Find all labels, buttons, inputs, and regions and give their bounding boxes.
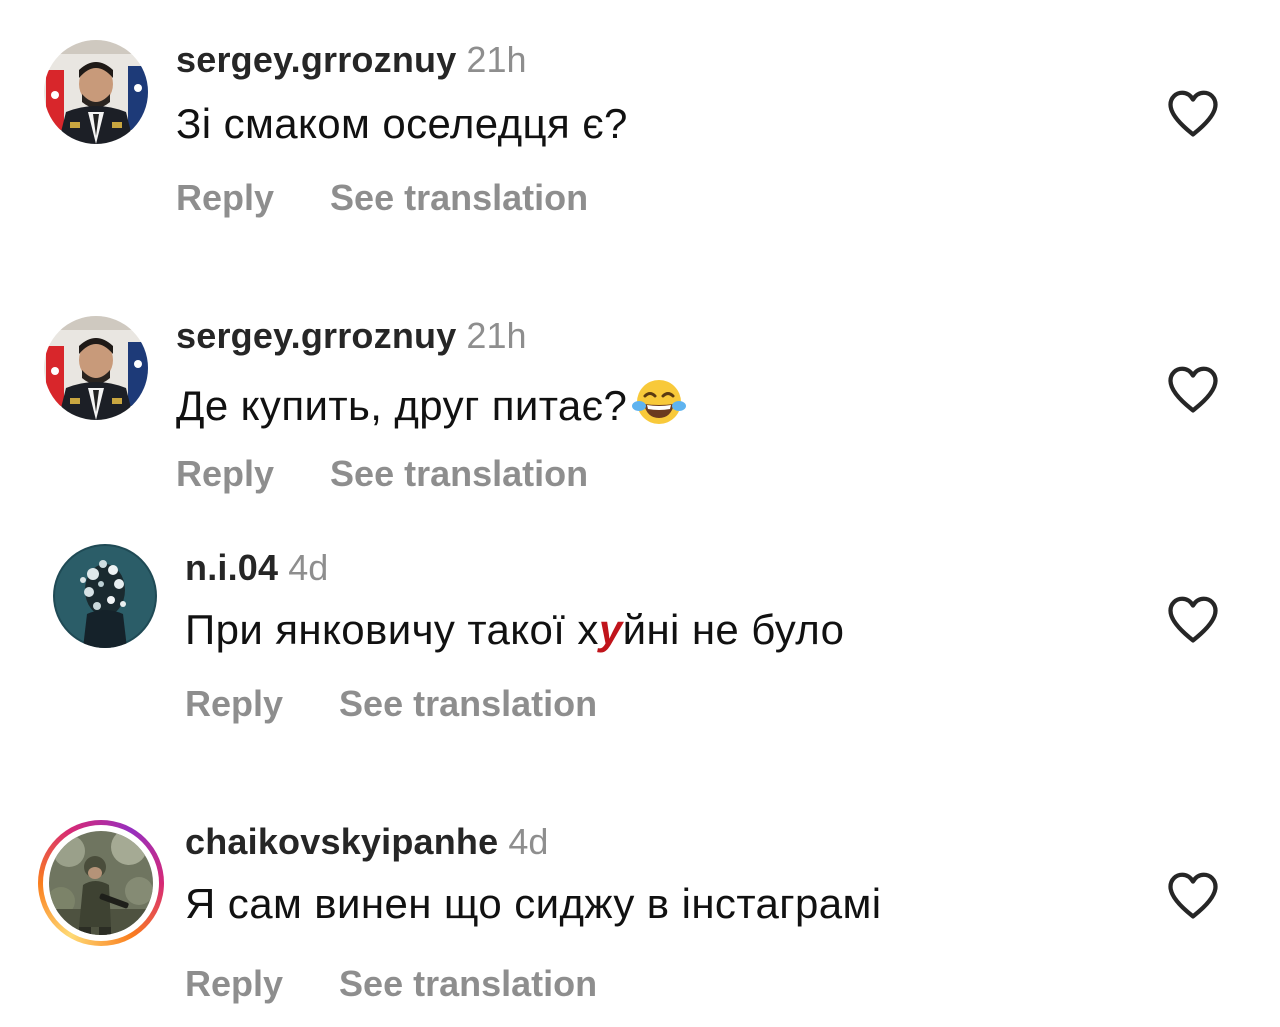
heart-icon — [1168, 872, 1218, 919]
username-link[interactable]: chaikovskyipanhe — [185, 821, 498, 862]
like-button[interactable] — [1166, 594, 1220, 644]
comment-meta: sergey.grroznuy 21h — [176, 40, 527, 80]
see-translation-button[interactable]: See translation — [339, 684, 597, 724]
username-link[interactable]: sergey.grroznuy — [176, 39, 456, 80]
comment-text-body: Де купить, друг питає? — [176, 382, 628, 429]
comment-text: Я сам винен що сиджу в інстаграмі — [185, 880, 882, 927]
comment-item: chaikovskyipanhe 4d Я сам винен що сиджу … — [0, 784, 1280, 1004]
comment-meta: chaikovskyipanhe 4d — [185, 822, 548, 862]
heart-icon — [1168, 366, 1218, 413]
comment-text: Де купить, друг питає? — [176, 376, 687, 438]
avatar[interactable] — [44, 316, 148, 420]
avatar-flower-statue-icon — [53, 544, 157, 648]
reply-button[interactable]: Reply — [185, 964, 283, 1004]
comment-actions: Reply See translation — [176, 178, 588, 218]
username-link[interactable]: n.i.04 — [185, 547, 278, 588]
comment-text-part: При янковичу такої х — [185, 606, 599, 653]
avatar[interactable] — [49, 831, 153, 935]
heart-icon — [1168, 596, 1218, 643]
see-translation-button[interactable]: See translation — [339, 964, 597, 1004]
reply-button[interactable]: Reply — [176, 178, 274, 218]
reply-button[interactable]: Reply — [185, 684, 283, 724]
story-ring[interactable] — [38, 820, 164, 946]
comment-timestamp: 21h — [466, 39, 527, 80]
avatar-soldier-in-forest-icon — [49, 831, 153, 935]
like-button[interactable] — [1166, 870, 1220, 920]
comment-timestamp: 21h — [466, 315, 527, 356]
see-translation-button[interactable]: See translation — [330, 178, 588, 218]
comment-text-part: йні не було — [622, 606, 845, 653]
face-with-tears-of-joy-emoji-icon — [631, 376, 687, 438]
comment-text: Зі смаком оселедця є? — [176, 100, 628, 147]
reply-button[interactable]: Reply — [176, 454, 274, 494]
comment-item: n.i.04 4d При янковичу такої хуйні не бул… — [0, 506, 1280, 724]
censored-letter-mark: у — [598, 606, 623, 653]
comment-text: При янковичу такої хуйні не було — [185, 606, 844, 654]
comment-timestamp: 4d — [508, 821, 549, 862]
like-button[interactable] — [1166, 88, 1220, 138]
heart-icon — [1168, 90, 1218, 137]
comment-item: sergey.grroznuy 21h Зі смаком оселедця є?… — [0, 0, 1280, 218]
username-link[interactable]: sergey.grroznuy — [176, 315, 456, 356]
like-button[interactable] — [1166, 364, 1220, 414]
comment-actions: Reply See translation — [185, 684, 597, 724]
avatar[interactable] — [44, 40, 148, 144]
comment-timestamp: 4d — [288, 547, 329, 588]
avatar[interactable] — [53, 544, 157, 648]
see-translation-button[interactable]: See translation — [330, 454, 588, 494]
comment-actions: Reply See translation — [176, 454, 588, 494]
comment-item: sergey.grroznuy 21h Де купить, друг питає… — [0, 276, 1280, 494]
comment-meta: sergey.grroznuy 21h — [176, 316, 527, 356]
avatar-uniformed-man-icon — [44, 40, 148, 144]
comment-actions: Reply See translation — [185, 964, 597, 1004]
comment-meta: n.i.04 4d — [185, 548, 328, 588]
avatar-uniformed-man-icon — [44, 316, 148, 420]
